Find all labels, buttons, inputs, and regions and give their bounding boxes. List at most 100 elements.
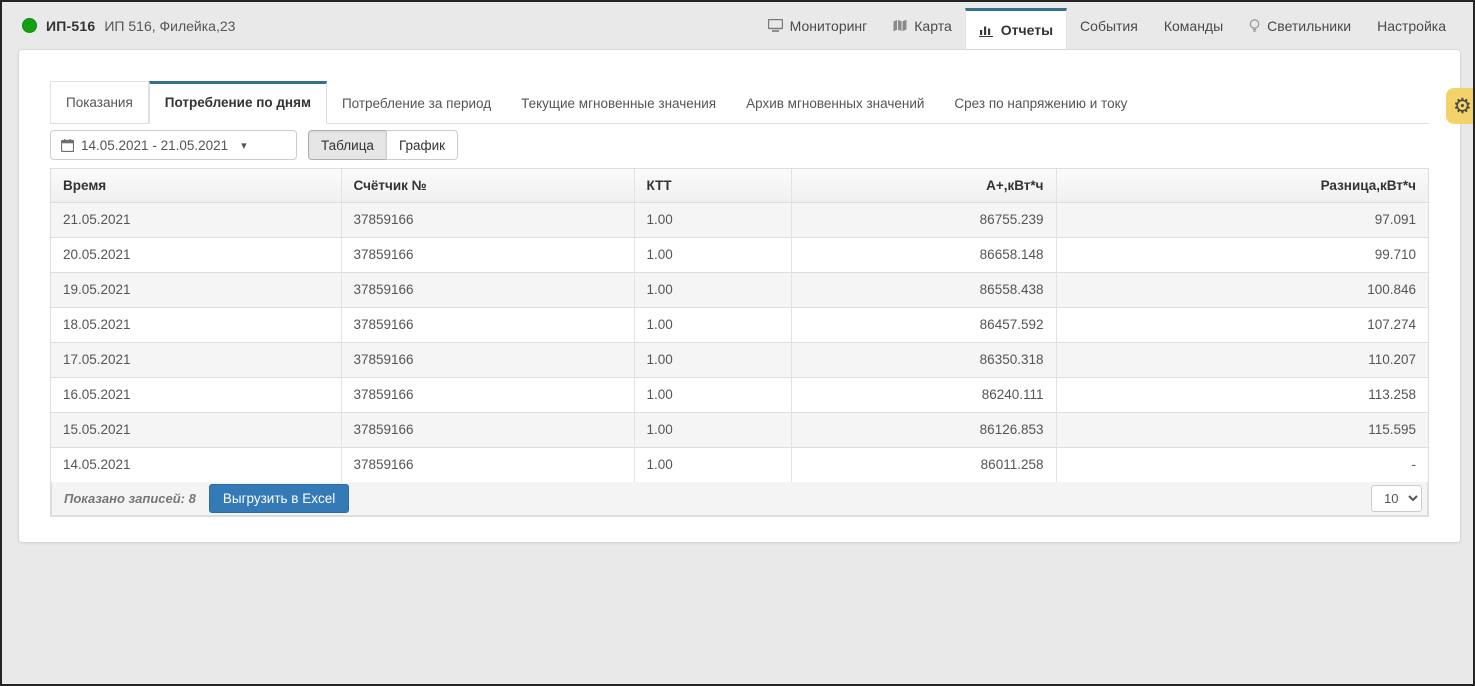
cell-aplus: 86011.258 — [791, 447, 1056, 482]
cell-meter: 37859166 — [341, 202, 634, 237]
col-header-ktt: КТТ — [634, 169, 791, 202]
records-count: Показано записей: 8 — [64, 491, 196, 506]
controls-row: 14.05.2021 - 21.05.2021 ▾ Таблица График — [50, 130, 1429, 160]
table-footer: Показано записей: 8 Выгрузить в Excel 10 — [51, 482, 1428, 516]
table-row: 19.05.2021 37859166 1.00 86558.438 100.8… — [51, 272, 1428, 307]
report-subtabs: Показания Потребление по дням Потреблени… — [50, 81, 1429, 124]
main-nav: Мониторинг Карта Отчеты События Команды — [755, 2, 1459, 49]
toggle-label: График — [399, 138, 445, 153]
nav-label: События — [1080, 18, 1138, 34]
cell-date: 17.05.2021 — [51, 342, 341, 377]
cell-diff: 115.595 — [1056, 412, 1428, 447]
cell-date: 19.05.2021 — [51, 272, 341, 307]
page-size-select[interactable]: 10 — [1371, 485, 1422, 512]
cell-aplus: 86350.318 — [791, 342, 1056, 377]
cell-date: 21.05.2021 — [51, 202, 341, 237]
nav-item-reports[interactable]: Отчеты — [965, 8, 1067, 49]
table-row: 17.05.2021 37859166 1.00 86350.318 110.2… — [51, 342, 1428, 377]
device-description: ИП 516, Филейка,23 — [104, 18, 235, 34]
cell-ktt: 1.00 — [634, 342, 791, 377]
date-range-picker[interactable]: 14.05.2021 - 21.05.2021 ▾ — [50, 130, 297, 160]
cell-diff: 113.258 — [1056, 377, 1428, 412]
subtab-label: Срез по напряжению и току — [954, 96, 1127, 111]
col-header-time: Время — [51, 169, 341, 202]
cell-ktt: 1.00 — [634, 307, 791, 342]
consumption-table: Время Счётчик № КТТ А+,кВт*ч Разница,кВт… — [50, 168, 1429, 517]
nav-item-events[interactable]: События — [1067, 2, 1151, 49]
cell-ktt: 1.00 — [634, 237, 791, 272]
col-header-aplus: А+,кВт*ч — [791, 169, 1056, 202]
nav-item-luminaires[interactable]: Светильники — [1236, 2, 1364, 49]
nav-item-monitoring[interactable]: Мониторинг — [755, 2, 881, 49]
subtab-label: Текущие мгновенные значения — [521, 96, 716, 111]
subtab-period-consumption[interactable]: Потребление за период — [327, 83, 506, 124]
table-row: 16.05.2021 37859166 1.00 86240.111 113.2… — [51, 377, 1428, 412]
cell-meter: 37859166 — [341, 412, 634, 447]
nav-item-settings[interactable]: Настройка — [1364, 2, 1459, 49]
cell-aplus: 86755.239 — [791, 202, 1056, 237]
map-icon — [893, 19, 907, 32]
cell-date: 14.05.2021 — [51, 447, 341, 482]
cell-meter: 37859166 — [341, 307, 634, 342]
cell-ktt: 1.00 — [634, 377, 791, 412]
date-range-value: 14.05.2021 - 21.05.2021 — [81, 138, 228, 153]
caret-down-icon: ▾ — [241, 139, 247, 152]
cell-diff: 100.846 — [1056, 272, 1428, 307]
cell-date: 18.05.2021 — [51, 307, 341, 342]
nav-label: Команды — [1164, 18, 1223, 34]
subtab-instant-values-archive[interactable]: Архив мгновенных значений — [731, 83, 939, 124]
cell-date: 16.05.2021 — [51, 377, 341, 412]
cell-date: 20.05.2021 — [51, 237, 341, 272]
cell-ktt: 1.00 — [634, 412, 791, 447]
status-online-dot — [22, 18, 37, 33]
subtab-label: Показания — [66, 95, 133, 110]
table-row: 14.05.2021 37859166 1.00 86011.258 - — [51, 447, 1428, 482]
top-bar: ИП-516 ИП 516, Филейка,23 Мониторинг Кар… — [2, 2, 1473, 49]
nav-item-commands[interactable]: Команды — [1151, 2, 1236, 49]
cell-date: 15.05.2021 — [51, 412, 341, 447]
subtab-label: Потребление по дням — [165, 95, 311, 110]
cell-diff: 110.207 — [1056, 342, 1428, 377]
nav-label: Карта — [914, 18, 951, 34]
export-excel-button[interactable]: Выгрузить в Excel — [209, 484, 349, 513]
cell-diff: 99.710 — [1056, 237, 1428, 272]
col-header-diff: Разница,кВт*ч — [1056, 169, 1428, 202]
bulb-icon — [1249, 19, 1260, 33]
subtab-readings[interactable]: Показания — [50, 81, 149, 124]
cell-ktt: 1.00 — [634, 447, 791, 482]
cell-diff: 107.274 — [1056, 307, 1428, 342]
calendar-icon — [61, 139, 74, 152]
cell-meter: 37859166 — [341, 342, 634, 377]
cell-meter: 37859166 — [341, 377, 634, 412]
table-header-row: Время Счётчик № КТТ А+,кВт*ч Разница,кВт… — [51, 169, 1428, 202]
cell-aplus: 86240.111 — [791, 377, 1056, 412]
table-row: 18.05.2021 37859166 1.00 86457.592 107.2… — [51, 307, 1428, 342]
table-row: 20.05.2021 37859166 1.00 86658.148 99.71… — [51, 237, 1428, 272]
cell-aplus: 86658.148 — [791, 237, 1056, 272]
monitor-icon — [768, 19, 783, 32]
device-id: ИП-516 — [46, 18, 95, 34]
nav-item-map[interactable]: Карта — [880, 2, 964, 49]
subtab-current-instant-values[interactable]: Текущие мгновенные значения — [506, 83, 731, 124]
subtab-daily-consumption[interactable]: Потребление по дням — [149, 81, 327, 124]
subtab-label: Потребление за период — [342, 96, 491, 111]
app-window: ИП-516 ИП 516, Филейка,23 Мониторинг Кар… — [0, 0, 1475, 686]
cell-meter: 37859166 — [341, 447, 634, 482]
subtab-label: Архив мгновенных значений — [746, 96, 924, 111]
table-row: 15.05.2021 37859166 1.00 86126.853 115.5… — [51, 412, 1428, 447]
cell-meter: 37859166 — [341, 237, 634, 272]
cell-aplus: 86126.853 — [791, 412, 1056, 447]
view-chart-button[interactable]: График — [386, 130, 458, 160]
cell-meter: 37859166 — [341, 272, 634, 307]
col-header-meter: Счётчик № — [341, 169, 634, 202]
subtab-voltage-current-slice[interactable]: Срез по напряжению и току — [939, 83, 1142, 124]
toggle-label: Таблица — [321, 138, 374, 153]
cell-ktt: 1.00 — [634, 272, 791, 307]
table-row: 21.05.2021 37859166 1.00 86755.239 97.09… — [51, 202, 1428, 237]
view-toggle-group: Таблица График — [308, 130, 458, 160]
content-card: ⚙ Показания Потребление по дням Потребле… — [18, 49, 1461, 543]
nav-label: Отчеты — [1001, 22, 1053, 38]
view-table-button[interactable]: Таблица — [308, 130, 387, 160]
report-settings-button[interactable]: ⚙ — [1446, 88, 1475, 124]
cell-diff: 97.091 — [1056, 202, 1428, 237]
